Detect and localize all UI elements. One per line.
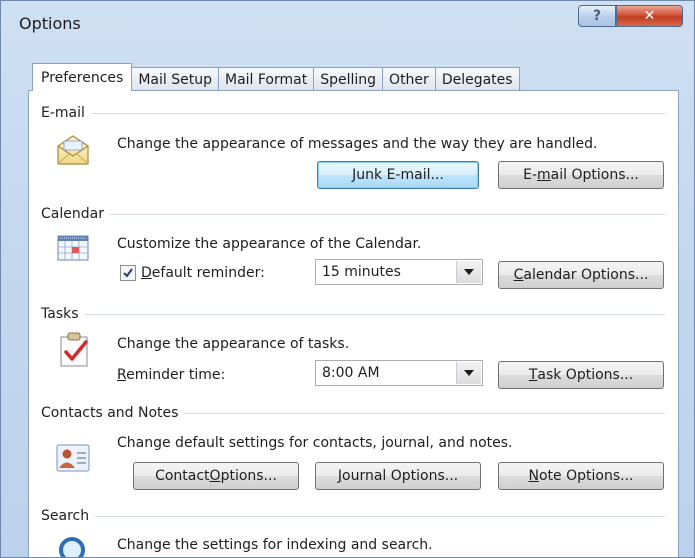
tasks-description: Change the appearance of tasks. [117,336,350,352]
default-reminder-label: Default reminder: [141,265,265,281]
tasks-section-header: Tasks [41,306,665,322]
label-part: alendar Options... [523,267,649,283]
journal-options-button[interactable]: Journal Options... [315,462,481,490]
dropdown-value: 15 minutes [322,264,401,280]
contacts-heading: Contacts and Notes [41,405,179,421]
label-part: eminder time: [126,367,226,383]
task-check-icon [59,332,91,372]
tab-mail-format[interactable]: Mail Format [217,67,315,91]
reminder-time-dropdown[interactable]: 8:00 AM [315,360,483,386]
calendar-icon [57,235,89,265]
task-options-button[interactable]: Task Options... [498,361,664,389]
tab-spelling[interactable]: Spelling [313,67,384,91]
divider [84,313,665,315]
calendar-description: Customize the appearance of the Calendar… [117,236,422,252]
label-part: ournal Options... [342,468,459,484]
tab-strip: Preferences Mail Setup Mail Format Spell… [32,63,520,91]
email-options-button[interactable]: E-m ail Options... [498,161,664,189]
contact-card-icon [56,444,90,476]
label-part: ptions... [220,468,277,484]
contacts-section-header: Contacts and Notes [41,405,665,421]
access-key: R [117,367,127,383]
tab-other[interactable]: Other [382,67,436,91]
search-heading: Search [41,508,90,524]
preferences-panel: E-mail Change the appearance of messages… [28,90,679,557]
calendar-options-button[interactable]: Calendar Options... [498,261,664,289]
access-key: D [141,265,152,281]
note-options-button[interactable]: Note Options... [498,462,664,490]
help-button[interactable]: ? [578,5,616,27]
calendar-heading: Calendar [41,206,104,222]
divider [90,112,665,114]
access-key: T [528,367,538,383]
default-reminder-checkbox[interactable] [120,265,136,281]
tab-delegates[interactable]: Delegates [434,67,520,91]
options-window: Options ? ✕ Preferences Mail Setup Mail … [0,0,695,558]
access-key: C [513,267,524,283]
calendar-section-header: Calendar [41,206,665,222]
title-bar[interactable]: Options ? ✕ [1,1,694,45]
dropdown-value: 8:00 AM [322,365,380,381]
label-part: ask Options... [537,367,634,383]
close-button[interactable]: ✕ [616,5,683,27]
search-description: Change the settings for indexing and sea… [117,537,433,553]
label-part: ote Options... [538,468,634,484]
label-part: Contact [155,468,210,484]
email-section-header: E-mail [41,105,665,121]
junk-email-button[interactable]: Junk E-mail... [317,161,479,189]
label-part: E- [523,167,538,183]
access-key: m [537,167,551,183]
tasks-heading: Tasks [41,306,79,322]
reminder-time-label: Reminder time: [117,367,225,383]
chevron-down-icon[interactable] [456,362,481,384]
search-icon [57,533,89,557]
chevron-down-icon[interactable] [456,261,481,283]
window-title: Options [19,14,81,33]
email-description: Change the appearance of messages and th… [117,136,598,152]
search-section-header: Search [41,508,665,524]
divider [184,412,665,414]
contact-options-button[interactable]: Contact Options... [133,462,299,490]
tab-preferences[interactable]: Preferences [32,63,133,91]
envelope-icon [55,133,91,171]
email-heading: E-mail [41,105,85,121]
checkmark-icon [123,268,133,278]
label-part: ail Options... [550,167,639,183]
contacts-description: Change default settings for contacts, jo… [117,435,513,451]
tab-mail-setup[interactable]: Mail Setup [131,67,219,91]
access-key: N [528,468,539,484]
label-part: efault reminder: [151,265,265,281]
divider [95,515,665,517]
divider [109,213,665,215]
access-key: O [209,468,221,484]
default-reminder-dropdown[interactable]: 15 minutes [315,259,483,285]
